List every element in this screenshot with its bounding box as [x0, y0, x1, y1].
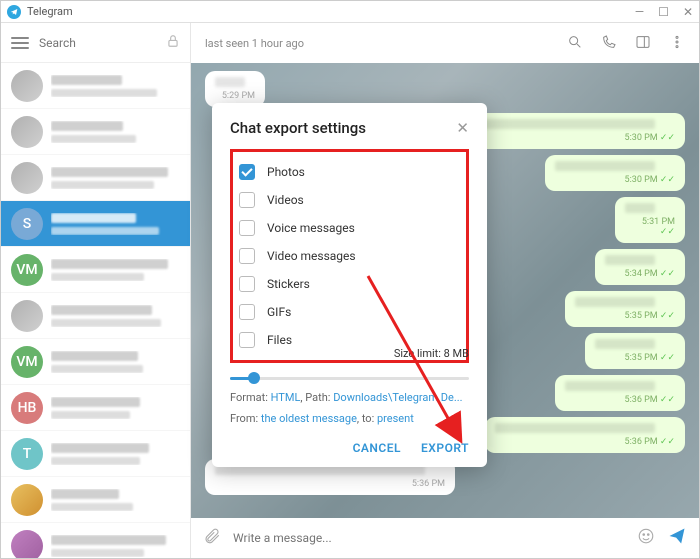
export-option[interactable]: Voice messages — [239, 214, 456, 242]
export-option[interactable]: GIFs — [239, 298, 456, 326]
avatar — [11, 530, 43, 559]
close-icon[interactable]: ✕ — [456, 119, 469, 137]
chat-list-item[interactable]: S — [1, 201, 190, 247]
export-option[interactable]: Stickers — [239, 270, 456, 298]
checkbox[interactable] — [239, 220, 255, 236]
lock-icon[interactable] — [166, 33, 180, 52]
more-icon[interactable] — [669, 34, 685, 53]
maximize-button[interactable]: ☐ — [658, 5, 669, 19]
avatar: VM — [11, 254, 43, 286]
message-bubble: 5:36 PM ✓✓ — [555, 375, 685, 411]
avatar — [11, 300, 43, 332]
attach-icon[interactable] — [203, 527, 221, 549]
message-composer — [191, 518, 699, 558]
avatar — [11, 484, 43, 516]
telegram-logo-icon — [7, 5, 21, 19]
chat-list-item[interactable] — [1, 293, 190, 339]
export-option[interactable]: Video messages — [239, 242, 456, 270]
from-link[interactable]: the oldest message — [261, 412, 357, 425]
checkbox[interactable] — [239, 164, 255, 180]
emoji-icon[interactable] — [637, 527, 655, 549]
export-button[interactable]: EXPORT — [421, 441, 469, 455]
app-title: Telegram — [27, 5, 73, 18]
message-bubble: 5:30 PM ✓✓ — [545, 155, 685, 191]
avatar: HB — [11, 392, 43, 424]
call-icon[interactable] — [601, 34, 617, 53]
option-label: Video messages — [267, 249, 356, 263]
cancel-button[interactable]: CANCEL — [353, 441, 401, 455]
path-link[interactable]: Downloads\Telegram De... — [333, 391, 462, 404]
avatar: VM — [11, 346, 43, 378]
to-link[interactable]: present — [377, 412, 414, 425]
sidebar: S VM VM HB T — [1, 23, 191, 558]
size-limit-slider[interactable] — [230, 377, 469, 380]
search-input[interactable] — [39, 30, 156, 56]
avatar — [11, 116, 43, 148]
checkbox[interactable] — [239, 248, 255, 264]
checkbox[interactable] — [239, 192, 255, 208]
chat-status: last seen 1 hour ago — [205, 37, 304, 50]
option-label: Voice messages — [267, 221, 355, 235]
chat-header: last seen 1 hour ago — [191, 23, 699, 63]
chat-list-item[interactable]: VM — [1, 339, 190, 385]
checkbox[interactable] — [239, 276, 255, 292]
message-bubble: 5:35 PM ✓✓ — [585, 333, 685, 369]
avatar — [11, 162, 43, 194]
message-bubble: 5:29 PM — [205, 71, 265, 107]
chat-export-settings-modal: Chat export settings ✕ Photos Videos Voice… — [212, 103, 487, 467]
avatar — [11, 70, 43, 102]
menu-icon[interactable] — [11, 37, 29, 49]
chat-list-item[interactable] — [1, 523, 190, 558]
avatar: T — [11, 438, 43, 470]
chat-list-item[interactable] — [1, 477, 190, 523]
export-options-group: Photos Videos Voice messages Video messages… — [230, 149, 469, 363]
option-label: Videos — [267, 193, 304, 207]
window-titlebar: Telegram — ☐ ✕ — [1, 1, 699, 23]
option-label: Photos — [267, 165, 305, 179]
size-limit-label: Size limit: 8 MB — [394, 347, 469, 360]
format-link[interactable]: HTML — [271, 391, 301, 404]
avatar: S — [11, 208, 43, 240]
message-input[interactable] — [233, 531, 625, 545]
minimize-button[interactable]: — — [635, 5, 644, 19]
chat-list-item[interactable]: HB — [1, 385, 190, 431]
option-label: Stickers — [267, 277, 310, 291]
sidebar-toggle-icon[interactable] — [635, 34, 651, 53]
send-icon[interactable] — [667, 526, 687, 550]
from-to-line: From: the oldest message, to: present — [230, 411, 469, 428]
message-bubble: 5:31 PM ✓✓ — [615, 197, 685, 243]
search-icon[interactable] — [567, 34, 583, 53]
message-bubble: 5:35 PM ✓✓ — [565, 291, 685, 327]
message-bubble: 5:34 PM ✓✓ — [595, 249, 685, 285]
chat-list-item[interactable]: VM — [1, 247, 190, 293]
message-bubble: 5:36 PM ✓✓ — [485, 417, 685, 453]
chat-list-item[interactable]: T — [1, 431, 190, 477]
option-label: Files — [267, 333, 292, 347]
checkbox[interactable] — [239, 332, 255, 348]
chat-list-item[interactable] — [1, 109, 190, 155]
modal-title: Chat export settings — [230, 119, 366, 137]
export-option[interactable]: Videos — [239, 186, 456, 214]
checkbox[interactable] — [239, 304, 255, 320]
chat-list-item[interactable] — [1, 63, 190, 109]
option-label: GIFs — [267, 305, 291, 319]
chat-list-item[interactable] — [1, 155, 190, 201]
format-path-line: Format: HTML, Path: Downloads\Telegram D… — [230, 390, 469, 407]
close-window-button[interactable]: ✕ — [683, 5, 693, 19]
chat-list: S VM VM HB T — [1, 63, 190, 558]
export-option[interactable]: Photos — [239, 158, 456, 186]
